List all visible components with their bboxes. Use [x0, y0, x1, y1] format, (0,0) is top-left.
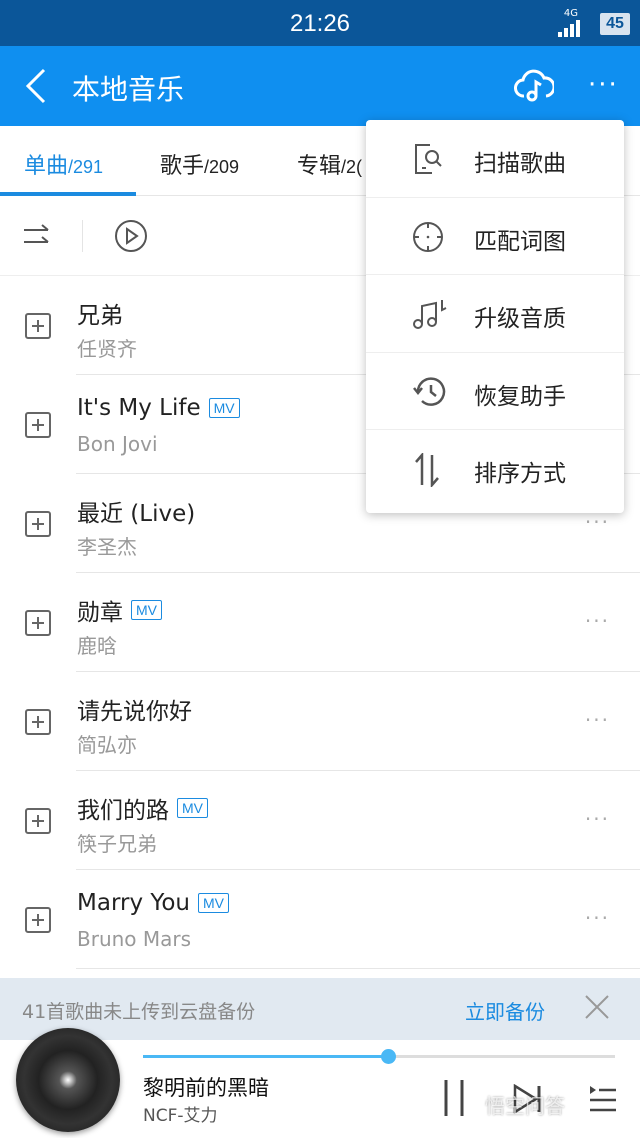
more-icon[interactable]: ···	[588, 70, 619, 100]
song-artist: Bruno Mars	[77, 927, 192, 951]
play-all-icon[interactable]	[114, 219, 148, 253]
add-icon[interactable]	[25, 709, 51, 735]
sort-icon	[415, 453, 439, 487]
song-title-wrap: 我们的路 MV	[77, 791, 208, 825]
song-title: 我们的路	[77, 798, 169, 824]
mini-player: 黎明前的黑暗 NCF-艾力	[0, 1028, 640, 1138]
now-playing-artist: NCF-艾力	[143, 1106, 218, 1126]
menu-item-scan[interactable]: 扫描歌曲	[366, 120, 624, 198]
add-icon[interactable]	[25, 808, 51, 834]
add-icon[interactable]	[25, 907, 51, 933]
song-title-wrap: It's My Life MV	[77, 395, 240, 421]
tab-songs[interactable]: 单曲/291	[24, 148, 103, 180]
menu-label: 升级音质	[474, 306, 566, 332]
progress-handle[interactable]	[381, 1049, 397, 1064]
tab-albums[interactable]: 专辑/2(	[297, 148, 362, 180]
song-artist: 简弘亦	[77, 733, 137, 757]
mv-badge[interactable]: MV	[131, 600, 162, 620]
page-title: 本地音乐	[72, 73, 185, 106]
song-row[interactable]: 勋章 MV 鹿晗 ···	[0, 573, 640, 672]
mv-badge[interactable]: MV	[198, 893, 230, 913]
tab-label: 专辑	[297, 154, 342, 179]
tab-artists[interactable]: 歌手/209	[160, 148, 239, 180]
more-icon[interactable]: ···	[585, 609, 610, 633]
signal-icon	[558, 20, 580, 37]
menu-label: 匹配词图	[474, 228, 566, 255]
song-title: 请先说你好	[77, 699, 192, 725]
add-icon[interactable]	[25, 313, 51, 339]
menu-item-upgrade[interactable]: 升级音质	[366, 275, 624, 353]
song-title: 兄弟	[77, 303, 123, 329]
app-header: 本地音乐 ···	[0, 46, 640, 126]
song-title-wrap: 请先说你好	[77, 692, 192, 726]
song-row[interactable]: Marry You MV Bruno Mars ···	[0, 870, 640, 969]
song-title: It's My Life	[77, 395, 201, 421]
scan-phone-icon	[415, 144, 442, 174]
menu-label: 排序方式	[474, 461, 566, 487]
song-title-wrap: 最近 (Live)	[77, 494, 195, 528]
song-artist: 李圣杰	[77, 535, 137, 559]
status-bar: 21:26 4G 45	[0, 0, 640, 46]
song-row[interactable]: 我们的路 MV 筷子兄弟 ···	[0, 771, 640, 870]
tab-count: /209	[204, 157, 240, 177]
cloud-music-icon[interactable]	[514, 68, 554, 104]
song-title-wrap: 兄弟	[77, 296, 123, 330]
music-note-icon	[413, 300, 447, 329]
add-icon[interactable]	[25, 412, 51, 438]
menu-label: 恢复助手	[474, 383, 566, 410]
song-title: Marry You	[77, 890, 191, 916]
song-title: 勋章	[77, 600, 123, 626]
backup-banner: 41首歌曲未上传到云盘备份 立即备份	[0, 978, 640, 1040]
song-artist: 筷子兄弟	[77, 832, 157, 856]
menu-item-sort[interactable]: 排序方式	[366, 430, 624, 508]
watermark: 悟空问答	[485, 1094, 565, 1118]
dropdown-menu: 扫描歌曲 匹配词图 升级音质 恢复助手 排序方式	[366, 120, 624, 513]
progress-fill	[143, 1055, 389, 1058]
song-row[interactable]: 请先说你好 简弘亦 ···	[0, 672, 640, 771]
song-artist: 鹿晗	[77, 634, 117, 658]
tab-count: /291	[68, 157, 104, 177]
battery-icon: 45	[600, 13, 630, 35]
song-title-wrap: 勋章 MV	[77, 593, 162, 627]
tab-label: 单曲	[24, 154, 69, 179]
network-type: 4G	[563, 8, 578, 19]
song-artist: Bon Jovi	[77, 432, 158, 456]
backup-now-button[interactable]: 立即备份	[465, 996, 545, 1025]
more-icon[interactable]: ···	[585, 510, 610, 534]
shuffle-icon[interactable]	[22, 222, 52, 250]
more-icon[interactable]: ···	[585, 708, 610, 732]
divider	[82, 220, 83, 252]
song-artist: 任贤齐	[77, 337, 137, 361]
menu-item-restore[interactable]: 恢复助手	[366, 353, 624, 430]
add-icon[interactable]	[25, 610, 51, 636]
more-icon[interactable]: ···	[585, 807, 610, 831]
clock: 21:26	[289, 10, 351, 37]
now-playing-title: 黎明前的黑暗	[143, 1076, 269, 1100]
mv-badge[interactable]: MV	[177, 798, 208, 818]
album-art[interactable]	[16, 1028, 120, 1132]
menu-label: 扫描歌曲	[474, 151, 566, 177]
tab-count: /2(	[341, 157, 363, 177]
backup-message: 41首歌曲未上传到云盘备份	[22, 1001, 256, 1023]
more-icon[interactable]: ···	[585, 906, 610, 930]
chevron-left-icon[interactable]	[22, 66, 52, 106]
add-icon[interactable]	[25, 511, 51, 537]
history-icon	[413, 376, 446, 406]
progress-slider[interactable]	[143, 1049, 615, 1064]
mv-badge[interactable]: MV	[208, 398, 240, 418]
pause-icon[interactable]	[440, 1078, 468, 1118]
menu-item-match[interactable]: 匹配词图	[366, 198, 624, 275]
crosshair-icon	[413, 221, 443, 252]
tab-label: 歌手	[160, 154, 205, 179]
playlist-icon[interactable]	[588, 1084, 618, 1114]
song-title: 最近 (Live)	[77, 501, 196, 527]
divider	[76, 968, 640, 969]
close-icon[interactable]	[584, 994, 610, 1020]
song-title-wrap: Marry You MV	[77, 890, 230, 916]
